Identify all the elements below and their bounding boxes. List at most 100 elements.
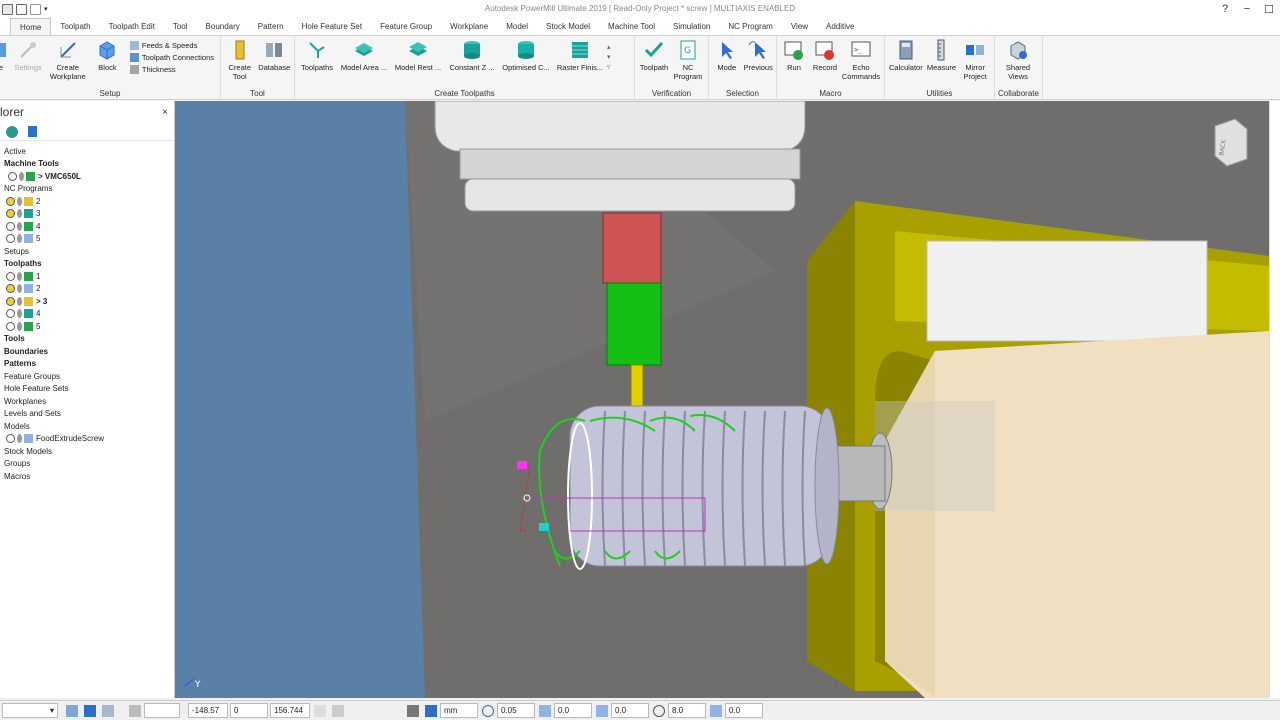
move-icon[interactable]: [102, 704, 114, 717]
tab-machine-tool[interactable]: Machine Tool: [599, 18, 664, 35]
tree-item-label: Tools: [4, 334, 25, 344]
status-icon[interactable]: [6, 196, 15, 206]
tree-item[interactable]: 4: [0, 308, 174, 321]
lightbulb-icon[interactable]: [17, 434, 22, 444]
save-status-icon[interactable]: [407, 704, 419, 717]
tree-item[interactable]: Models: [0, 420, 174, 433]
tree-item[interactable]: 5: [0, 320, 174, 333]
clamp-block: [926, 240, 1208, 342]
tab-stock-model[interactable]: Stock Model: [537, 18, 599, 35]
help-icon[interactable]: ?: [1214, 3, 1236, 15]
tab-toolpath-edit[interactable]: Toolpath Edit: [100, 18, 164, 35]
pencil-icon[interactable]: [332, 704, 344, 717]
coord-z-field[interactable]: 156.744: [270, 703, 310, 718]
tab-model[interactable]: Model: [497, 18, 537, 35]
thickness-field[interactable]: 0.0: [611, 703, 649, 718]
pick-icon[interactable]: [84, 704, 96, 717]
close-icon[interactable]: ×: [162, 107, 168, 118]
feeds-speeds-button[interactable]: Feeds & Speeds: [129, 41, 214, 50]
tree-item[interactable]: 2: [0, 283, 174, 296]
tree-item[interactable]: Macros: [0, 470, 174, 483]
tree-item[interactable]: Machine Tools: [0, 158, 174, 171]
coord-mode-icon[interactable]: [314, 704, 326, 717]
tree-item[interactable]: 3: [0, 208, 174, 221]
coord-x-field[interactable]: -148.57: [188, 703, 228, 718]
tree-item[interactable]: > VMC650L: [0, 170, 174, 183]
status-icon[interactable]: [6, 309, 15, 319]
tree-item[interactable]: Groups: [0, 458, 174, 471]
lightbulb-icon[interactable]: [17, 284, 22, 294]
tab-home[interactable]: Home: [10, 18, 52, 35]
tab-nc-program[interactable]: NC Program: [719, 18, 781, 35]
tolerance-field[interactable]: 0.05: [497, 703, 535, 718]
tab-workplane[interactable]: Workplane: [441, 18, 497, 35]
lightbulb-icon[interactable]: [17, 321, 22, 331]
tab-tool[interactable]: Tool: [164, 18, 197, 35]
status-icon[interactable]: [6, 271, 15, 281]
status-icon[interactable]: [6, 296, 15, 306]
maximize-button[interactable]: ☐: [1258, 3, 1280, 16]
tree-item[interactable]: Tools: [0, 333, 174, 346]
grid-icon[interactable]: [129, 704, 141, 717]
units-field[interactable]: mm: [440, 703, 478, 718]
status-icon[interactable]: [6, 434, 15, 444]
tree-item[interactable]: Levels and Sets: [0, 408, 174, 421]
tree-item[interactable]: NC Programs: [0, 183, 174, 196]
diameter-field[interactable]: 8.0: [668, 703, 706, 718]
tree-item[interactable]: Hole Feature Sets: [0, 383, 174, 396]
lightbulb-icon[interactable]: [17, 209, 22, 219]
status-icon[interactable]: [6, 284, 15, 294]
save-icon[interactable]: [16, 3, 27, 15]
tab-boundary[interactable]: Boundary: [197, 18, 249, 35]
tab-simulation[interactable]: Simulation: [664, 18, 719, 35]
tree-item[interactable]: Boundaries: [0, 345, 174, 358]
minimize-button[interactable]: −: [1236, 3, 1258, 15]
view-cube[interactable]: BACK: [1214, 118, 1248, 167]
tree-item[interactable]: Patterns: [0, 358, 174, 371]
tab-hole-feature-set[interactable]: Hole Feature Set: [293, 18, 371, 35]
tree-item[interactable]: Workplanes: [0, 395, 174, 408]
status-icon[interactable]: [8, 171, 17, 181]
tree-item[interactable]: Stock Models: [0, 445, 174, 458]
tab-feature-group[interactable]: Feature Group: [371, 18, 441, 35]
group-create-toolpaths: Toolpaths Model Area ... Model Rest ... …: [295, 36, 635, 100]
stock-field[interactable]: 0.0: [554, 703, 592, 718]
qat-dropdown-icon[interactable]: ▾: [44, 5, 48, 13]
status-workplane-select[interactable]: ▾: [2, 703, 58, 718]
globe-icon[interactable]: [6, 125, 18, 138]
lightbulb-icon[interactable]: [17, 296, 22, 306]
tab-toolpath[interactable]: Toolpath: [51, 18, 99, 35]
tree-item[interactable]: 1: [0, 270, 174, 283]
lightbulb-icon[interactable]: [17, 309, 22, 319]
tree-item[interactable]: FoodExtrudeScrew: [0, 433, 174, 446]
lightbulb-icon[interactable]: [17, 271, 22, 281]
angle-field[interactable]: 0.0: [725, 703, 763, 718]
lightbulb-icon[interactable]: [17, 221, 22, 231]
tree-item[interactable]: Active: [0, 145, 174, 158]
lightbulb-icon[interactable]: [19, 171, 24, 181]
tab-additive[interactable]: Additive: [817, 18, 863, 35]
tab-pattern[interactable]: Pattern: [249, 18, 293, 35]
machine-scene[interactable]: BACK Y: [175, 101, 1269, 698]
tree-item[interactable]: 2: [0, 195, 174, 208]
status-icon[interactable]: [6, 234, 15, 244]
tree-item[interactable]: 5: [0, 233, 174, 246]
delete-icon[interactable]: [28, 126, 37, 137]
tree-item[interactable]: Feature Groups: [0, 370, 174, 383]
tree-item[interactable]: Setups: [0, 245, 174, 258]
status-icon[interactable]: [6, 321, 15, 331]
snap-icon[interactable]: [66, 704, 78, 717]
tab-view[interactable]: View: [782, 18, 817, 35]
status-icon[interactable]: [6, 209, 15, 219]
status-icon[interactable]: [6, 221, 15, 231]
lightbulb-icon[interactable]: [17, 196, 22, 206]
thickness-button[interactable]: Thickness: [129, 65, 214, 74]
lightbulb-icon[interactable]: [17, 234, 22, 244]
coord-y-field[interactable]: 0: [230, 703, 268, 718]
graphics-viewport[interactable]: BACK Y: [175, 101, 1269, 698]
tree-item[interactable]: > 3: [0, 295, 174, 308]
tree-item[interactable]: 4: [0, 220, 174, 233]
copy-icon[interactable]: [30, 3, 41, 15]
toolpath-connections-button[interactable]: Toolpath Connections: [129, 53, 214, 62]
tree-item[interactable]: Toolpaths: [0, 258, 174, 271]
